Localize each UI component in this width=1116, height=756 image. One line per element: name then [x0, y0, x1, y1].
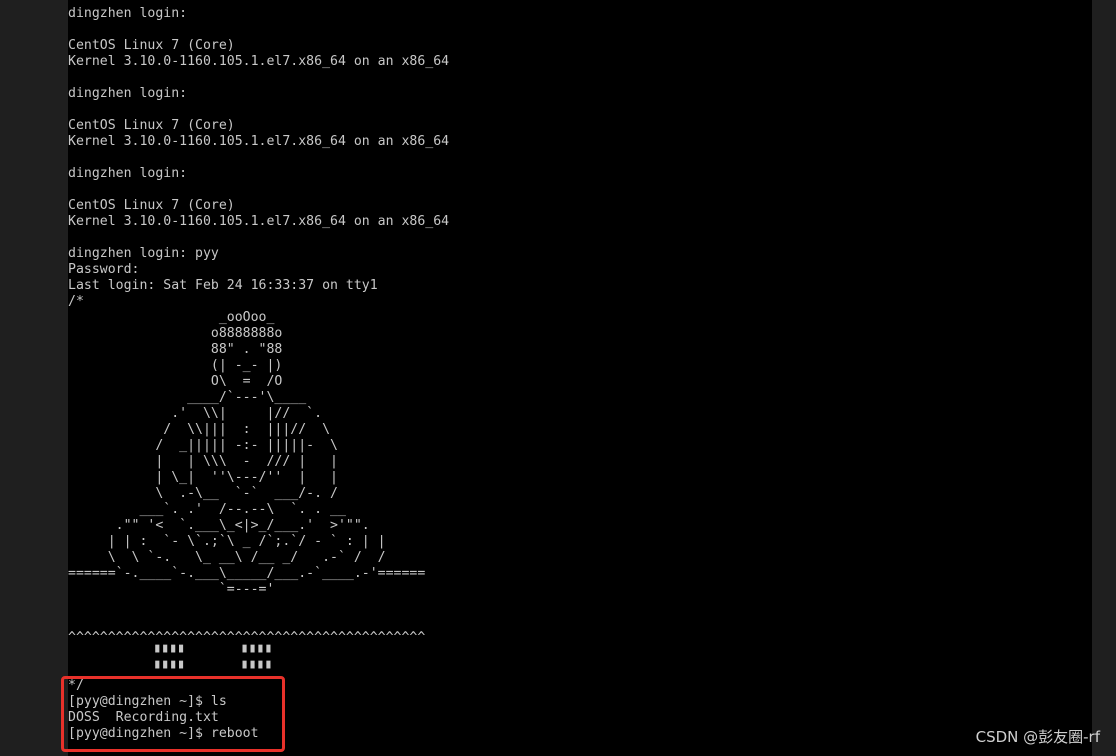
terminal-line: */: [68, 678, 84, 693]
terminal-line: Kernel 3.10.0-1160.105.1.el7.x86_64 on a…: [68, 134, 450, 149]
terminal-line: / \\||| : |||// \: [68, 422, 331, 437]
terminal-line: / _||||| -:- |||||- \: [68, 438, 338, 453]
left-gutter: [0, 0, 68, 756]
terminal-line: ."" '< `.___\_<|>_/___.' >'"".: [68, 518, 370, 533]
terminal-console[interactable]: dingzhen login: CentOS Linux 7 (Core) Kern…: [68, 0, 1092, 756]
terminal-line: [pyy@dingzhen ~]$ ls: [68, 694, 227, 709]
terminal-line: \ .-\__ `-` ___/-. /: [68, 486, 338, 501]
terminal-line: `=---=': [68, 582, 275, 597]
terminal-line: dingzhen login:: [68, 86, 188, 101]
terminal-line: dingzhen login:: [68, 166, 188, 181]
terminal-line: .' \\| |// `.: [68, 406, 323, 421]
terminal-line: 88" . "88: [68, 342, 283, 357]
terminal-line: Password:: [68, 262, 140, 277]
terminal-line: \ \ `-. \_ __\ /__ _/ .-` / /: [68, 550, 386, 565]
terminal-line: dingzhen login:: [68, 6, 188, 21]
terminal-line: Kernel 3.10.0-1160.105.1.el7.x86_64 on a…: [68, 214, 450, 229]
terminal-line: | | : `- \`.;`\ _ /`;.`/ - ` : | |: [68, 534, 386, 549]
terminal-line: | \_| ''\---/'' | |: [68, 470, 338, 485]
terminal-line: | | \\\ - /// | |: [68, 454, 338, 469]
terminal-line: ^^^^^^^^^^^^^^^^^^^^^^^^^^^^^^^^^^^^^^^^…: [68, 630, 426, 645]
terminal-line: CentOS Linux 7 (Core): [68, 118, 235, 133]
screenshot-frame: dingzhen login: CentOS Linux 7 (Core) Kern…: [0, 0, 1116, 756]
terminal-line: CentOS Linux 7 (Core): [68, 38, 235, 53]
terminal-line: ▘▘▘▘ ▘▘▘▘: [68, 646, 275, 661]
terminal-line: CentOS Linux 7 (Core): [68, 198, 235, 213]
terminal-line: ▘▘▘▘ ▘▘▘▘: [68, 662, 275, 677]
terminal-line: ____/`---'\____: [68, 390, 307, 405]
terminal-line: o8888888o: [68, 326, 283, 341]
terminal-line: Kernel 3.10.0-1160.105.1.el7.x86_64 on a…: [68, 54, 450, 69]
terminal-line: (| -_- |): [68, 358, 283, 373]
terminal-line: _ooOoo_: [68, 310, 275, 325]
terminal-line: Last login: Sat Feb 24 16:33:37 on tty1: [68, 278, 378, 293]
terminal-line: [pyy@dingzhen ~]$ reboot: [68, 726, 259, 741]
terminal-output: dingzhen login: CentOS Linux 7 (Core) Kern…: [68, 0, 1092, 742]
terminal-line: dingzhen login: pyy: [68, 246, 219, 261]
right-gutter: [1092, 0, 1116, 756]
terminal-line: DOSS Recording.txt: [68, 710, 219, 725]
csdn-watermark: CSDN @彭友圈-rf: [975, 728, 1100, 746]
terminal-line: ======`-.____`-.___\_____/___.-`____.-'=…: [68, 566, 426, 581]
terminal-line: /*: [68, 294, 84, 309]
terminal-line: O\ = /O: [68, 374, 283, 389]
terminal-line: ___`. .' /--.--\ `. . __: [68, 502, 346, 517]
